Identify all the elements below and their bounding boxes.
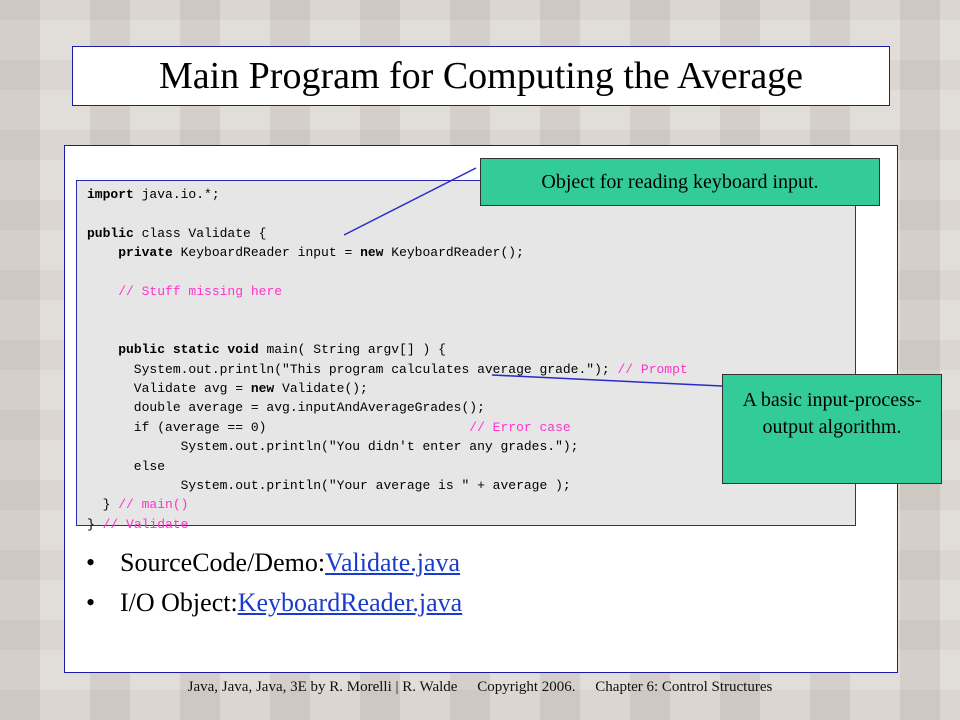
footer-book: Java, Java, Java, 3E by R. Morelli | R. … (187, 679, 458, 695)
code-line: if (average == 0) // Error case (87, 420, 571, 436)
bullet-dot-icon: • (86, 588, 96, 617)
code-text: Validate avg = (87, 381, 251, 396)
code-line: System.out.println("Your average is " + … (87, 478, 571, 494)
code-line: System.out.println("This program calcula… (87, 362, 688, 378)
footer-chapter: Chapter 6: Control Structures (595, 679, 773, 695)
code-text: KeyboardReader input = (172, 245, 361, 261)
code-comment: // main() (118, 497, 189, 513)
code-text: else (87, 458, 166, 474)
code-line: System.out.println("You didn't enter any… (87, 439, 579, 455)
code-text: KeyboardReader(); (383, 245, 524, 261)
callout-algorithm: A basic input-process-output algorithm. (722, 374, 942, 484)
code-keyword: public (87, 225, 134, 241)
bullet-label: SourceCode/Demo: (120, 548, 326, 577)
code-keyword: new (360, 245, 384, 261)
footer-copyright: Copyright 2006. (477, 679, 576, 695)
code-line: Validate avg = new Validate(); (87, 381, 368, 397)
bullet-item-source: • SourceCode/Demo: Validate.java (86, 548, 462, 588)
callout-keyboard-input: Object for reading keyboard input. (480, 158, 880, 206)
code-text: Validate(); (274, 381, 368, 396)
code-line: // Stuff missing here (87, 284, 282, 300)
code-line: public class Validate { (87, 226, 266, 242)
code-line: public static void main( String argv[] )… (87, 342, 446, 358)
code-text: System.out.println("You didn't enter any… (87, 439, 579, 455)
code-text: main( String argv[] ) { (258, 342, 446, 358)
code-comment: // Stuff missing here (118, 284, 283, 299)
code-keyword: public static void (118, 342, 259, 358)
code-line: } // main() (87, 497, 189, 513)
code-text: class Validate { (133, 225, 267, 241)
bullet-dot-icon: • (86, 548, 96, 577)
code-line: private KeyboardReader input = new Keybo… (87, 245, 524, 261)
code-keyword: private (118, 245, 173, 261)
code-text: if (average == 0) (87, 419, 470, 435)
code-keyword: import (87, 187, 134, 202)
code-text: } (87, 516, 103, 532)
code-text: System.out.println("Your average is " + … (87, 478, 571, 493)
keyboardreader-java-link[interactable]: KeyboardReader.java (238, 588, 463, 618)
code-text: java.io.*; (133, 187, 220, 202)
code-text: } (87, 497, 119, 513)
code-comment: // Error case (469, 419, 571, 435)
slide-footer: Java, Java, Java, 3E by R. Morelli | R. … (0, 679, 960, 696)
bullet-item-io: • I/O Object: KeyboardReader.java (86, 588, 462, 628)
code-keyword: new (250, 381, 275, 396)
code-line: import java.io.*; (87, 187, 220, 203)
code-line: double average = avg.inputAndAverageGrad… (87, 400, 485, 416)
slide-title: Main Program for Computing the Average (72, 46, 890, 106)
code-comment: // Prompt (617, 361, 688, 377)
bullet-list: • SourceCode/Demo: Validate.java • I/O O… (86, 548, 462, 628)
code-text: System.out.println("This program calcula… (87, 361, 618, 377)
validate-java-link[interactable]: Validate.java (325, 548, 460, 578)
bullet-label: I/O Object: (120, 588, 238, 617)
code-line: else (87, 459, 165, 475)
code-text: double average = avg.inputAndAverageGrad… (87, 400, 485, 416)
code-line: } // Validate (87, 517, 188, 533)
code-comment: // Validate (102, 516, 189, 532)
